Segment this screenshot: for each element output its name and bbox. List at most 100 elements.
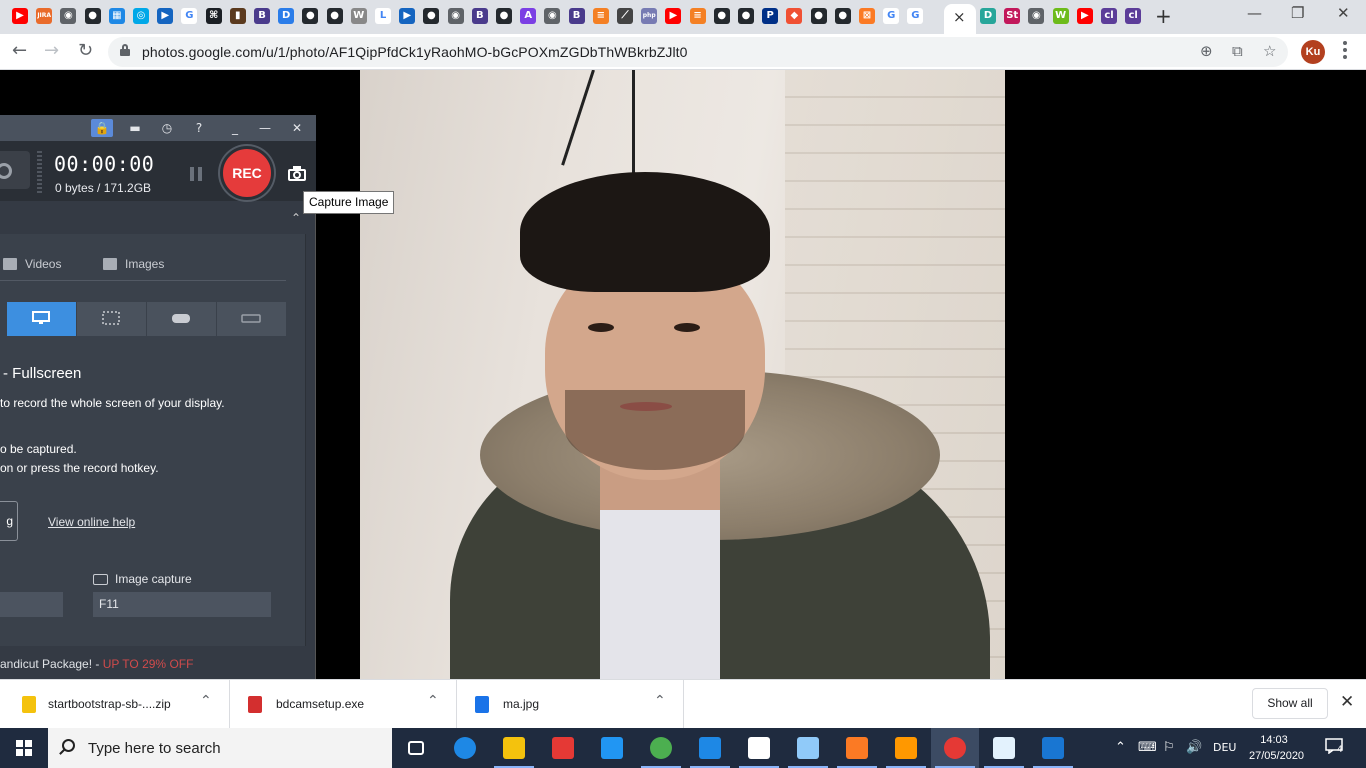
minimize-button[interactable]: — — [1247, 4, 1262, 22]
forward-arrow-icon[interactable]: → — [44, 40, 59, 61]
tray-minimize-icon[interactable]: _ — [224, 119, 246, 137]
new-tab-button[interactable]: + — [1155, 4, 1172, 28]
bandicam-icon[interactable] — [941, 734, 969, 762]
github-icon[interactable]: ● — [423, 8, 440, 24]
store-icon[interactable] — [549, 734, 577, 762]
promo-banner[interactable]: andicut Package! - UP TO 29% OFF — [0, 657, 193, 671]
close-shelf-icon[interactable]: ✕ — [1340, 692, 1354, 712]
close-tab-icon[interactable]: × — [953, 8, 966, 26]
active-tab[interactable]: × — [944, 4, 976, 34]
chevron-up-icon[interactable]: ⌃ — [200, 693, 212, 709]
hdmi-mode-button[interactable] — [217, 302, 286, 336]
tab-images[interactable]: Images — [125, 257, 164, 271]
code-icon[interactable]: ⌘ — [205, 8, 222, 24]
volume-icon[interactable]: 🔊 — [1186, 740, 1202, 755]
close-icon[interactable]: ✕ — [286, 119, 308, 137]
bandicam-titlebar[interactable]: 🔒 ▬ ◷ ? _ — ✕ — [0, 115, 316, 141]
paypal-icon[interactable]: P — [762, 8, 779, 24]
network-icon[interactable]: ⚐ — [1163, 740, 1175, 755]
colorlib-icon[interactable]: cl — [1125, 8, 1142, 24]
download-item[interactable]: startbootstrap-sb-....zip ⌃ — [0, 680, 230, 729]
globe-icon[interactable]: ◉ — [544, 8, 561, 24]
google-icon[interactable]: G — [181, 8, 198, 24]
a-icon[interactable]: A — [520, 8, 537, 24]
edge-icon[interactable] — [451, 734, 479, 762]
globe-icon[interactable]: ◉ — [447, 8, 464, 24]
back-arrow-icon[interactable]: ← — [12, 40, 27, 61]
lock-icon[interactable] — [120, 44, 130, 56]
zoom-icon[interactable]: ⊕ — [1200, 42, 1213, 60]
stack-icon[interactable]: ≡ — [592, 8, 609, 24]
book-icon[interactable]: ▮ — [229, 8, 246, 24]
google-icon[interactable]: G — [907, 8, 924, 24]
language-indicator[interactable]: DEU — [1213, 741, 1236, 754]
translate-icon[interactable]: ⧉ — [1232, 42, 1243, 60]
pause-icon[interactable] — [190, 167, 202, 181]
record-hotkey-field[interactable] — [0, 592, 63, 617]
php-icon[interactable]: php — [641, 8, 658, 24]
chevron-up-icon[interactable]: ⌃ — [427, 693, 439, 709]
grid-icon[interactable]: ▦ — [108, 8, 125, 24]
l-icon[interactable]: L — [375, 8, 391, 24]
file-explorer-icon[interactable] — [500, 734, 528, 762]
notification-icon[interactable]: 4 — [1325, 738, 1347, 758]
windows-start-icon[interactable] — [16, 740, 32, 756]
image-hotkey-field[interactable]: F11 — [93, 592, 271, 617]
taskbar-search[interactable]: Type here to search — [48, 728, 392, 768]
minimize-icon[interactable]: — — [254, 119, 276, 137]
globe-icon[interactable]: ◉ — [1028, 8, 1045, 24]
download-item[interactable]: ma.jpg ⌃ — [457, 680, 684, 729]
flag-icon[interactable]: ▶ — [399, 8, 416, 24]
wordpress-icon[interactable]: W — [350, 8, 367, 24]
google-icon[interactable]: G — [883, 8, 900, 24]
jira-icon[interactable]: JIRA — [36, 8, 53, 24]
github-icon[interactable]: ● — [834, 8, 851, 24]
xampp-icon[interactable] — [843, 734, 871, 762]
keyboard-tray-icon[interactable]: ⌨ — [1138, 740, 1157, 755]
github-icon[interactable]: ● — [713, 8, 730, 24]
chrome-menu-icon[interactable] — [1343, 41, 1347, 59]
reload-icon[interactable]: ↻ — [78, 40, 93, 61]
d-icon[interactable]: D — [980, 8, 996, 24]
vscode-icon[interactable] — [696, 734, 724, 762]
youtube-icon[interactable]: ▶ — [665, 8, 682, 24]
chrome-icon[interactable] — [647, 734, 675, 762]
d-icon[interactable]: D — [278, 8, 295, 24]
grip-handle[interactable] — [37, 151, 42, 193]
bookmark-star-icon[interactable]: ☆ — [1263, 42, 1276, 60]
show-all-button[interactable]: Show all — [1252, 688, 1328, 719]
download-item[interactable]: bdcamsetup.exe ⌃ — [230, 680, 457, 729]
flag-icon[interactable]: ▶ — [157, 8, 174, 24]
git-icon[interactable]: ◆ — [786, 8, 803, 24]
notepad-icon[interactable] — [990, 734, 1018, 762]
colorlib-icon[interactable]: cl — [1101, 8, 1117, 24]
profile-avatar[interactable]: Ku — [1301, 40, 1325, 64]
stack-icon[interactable]: ≡ — [689, 8, 706, 24]
mail-icon[interactable] — [598, 734, 626, 762]
rec-button[interactable]: REC — [220, 146, 274, 200]
task-view-icon[interactable] — [402, 734, 430, 762]
close-window-button[interactable]: ✕ — [1337, 4, 1350, 22]
b-icon[interactable]: B — [568, 8, 585, 24]
ring-icon[interactable]: ◎ — [133, 8, 149, 24]
photos-icon[interactable] — [1039, 734, 1067, 762]
github-icon[interactable]: ● — [496, 8, 512, 24]
help-icon[interactable]: ? — [188, 119, 210, 137]
xampp-icon[interactable]: ⊠ — [859, 8, 875, 24]
youtube-icon[interactable]: ▶ — [1076, 8, 1093, 24]
paint-icon[interactable] — [794, 734, 822, 762]
github-icon[interactable]: ● — [326, 8, 343, 24]
chevron-up-icon[interactable]: ⌃ — [1115, 740, 1126, 755]
w-icon[interactable]: W — [1052, 8, 1069, 24]
folder-icon[interactable]: ▬ — [124, 119, 146, 137]
tab-videos[interactable]: Videos — [25, 257, 61, 271]
sublime-icon[interactable] — [892, 734, 920, 762]
st-icon[interactable]: St — [1004, 8, 1021, 24]
collapse-icon[interactable]: ⌃ — [291, 211, 301, 225]
github-icon[interactable]: ● — [302, 8, 319, 24]
restore-button[interactable]: ❐ — [1291, 4, 1304, 22]
github-icon[interactable]: ● — [738, 8, 754, 24]
area-mode-button[interactable] — [77, 302, 146, 336]
link-icon[interactable]: ⟋ — [617, 8, 633, 24]
partial-button[interactable]: g — [0, 501, 18, 541]
